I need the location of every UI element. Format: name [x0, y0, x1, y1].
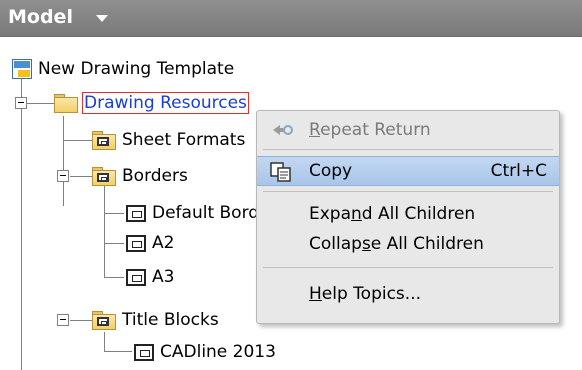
tree-item-label: A3 — [152, 267, 175, 287]
border-sheet-icon — [126, 268, 146, 286]
tree-item-borders[interactable]: Borders — [92, 164, 190, 188]
tree-item-label: Sheet Formats — [122, 130, 246, 150]
menu-item-label: Expand All Children — [309, 204, 476, 224]
tree-item-label: CADline 2013 — [160, 342, 276, 362]
tree-line — [64, 140, 92, 141]
tree-line — [70, 320, 92, 321]
tree-item-title-blocks[interactable]: Title Blocks — [92, 308, 221, 332]
menu-item-label: Collapse All Children — [309, 234, 484, 254]
tree-line — [104, 243, 124, 244]
chevron-down-icon[interactable] — [96, 15, 108, 22]
tree-item-new-drawing-template[interactable]: New Drawing Template — [12, 57, 236, 81]
tree-item-cadline-2013[interactable]: CADline 2013 — [134, 340, 278, 364]
tree-item-sheet-formats[interactable]: Sheet Formats — [92, 128, 247, 152]
menu-item-shortcut: Ctrl+C — [490, 161, 547, 181]
menu-item-label: Repeat Return — [309, 120, 431, 140]
title-block-icon — [134, 343, 154, 361]
drawing-template-icon — [12, 59, 32, 79]
sheet-folder-icon — [92, 311, 116, 330]
header-title[interactable]: Model — [8, 6, 73, 28]
folder-icon — [54, 94, 78, 113]
tree-line — [70, 176, 92, 177]
border-sheet-icon — [126, 234, 146, 252]
tree-line — [104, 351, 132, 352]
menu-item-help-topics[interactable]: Help Topics... — [257, 279, 559, 309]
context-menu: Repeat Return Copy Ctrl+C Expand All Chi… — [256, 110, 560, 324]
tree-item-label: Borders — [122, 166, 188, 186]
menu-item-expand-all-children[interactable]: Expand All Children — [257, 199, 559, 229]
menu-item-copy[interactable]: Copy Ctrl+C — [257, 156, 559, 186]
tree-item-drawing-resources[interactable]: Drawing Resources — [54, 91, 249, 115]
tree-line — [104, 332, 105, 352]
tree-item-label: New Drawing Template — [38, 59, 235, 79]
sheet-folder-icon — [92, 167, 116, 186]
tree-item-label: A2 — [152, 233, 175, 253]
browser-header[interactable]: Model — [0, 0, 582, 37]
tree-line — [104, 213, 124, 214]
collapse-toggle-drawing-resources[interactable] — [15, 97, 27, 109]
menu-separator — [263, 191, 553, 192]
menu-item-label: Help Topics... — [309, 284, 421, 304]
menu-item-collapse-all-children[interactable]: Collapse All Children — [257, 229, 559, 259]
collapse-toggle-borders[interactable] — [57, 170, 69, 182]
menu-separator — [263, 149, 553, 150]
copy-icon — [270, 162, 291, 182]
menu-item-repeat-return[interactable]: Repeat Return — [257, 115, 559, 145]
repeat-icon — [273, 125, 293, 135]
collapse-toggle-title-blocks[interactable] — [57, 314, 69, 326]
sheet-folder-icon — [92, 131, 116, 150]
tree-line — [63, 116, 64, 206]
tree-item-label: Drawing Resources — [82, 92, 249, 114]
tree-item-label: Title Blocks — [122, 310, 219, 330]
menu-separator — [263, 267, 553, 268]
tree-line — [104, 277, 124, 278]
border-sheet-icon — [126, 204, 146, 222]
tree-item-a3[interactable]: A3 — [126, 265, 176, 289]
menu-item-label: Copy — [309, 161, 353, 181]
tree-line — [104, 186, 105, 278]
tree-item-a2[interactable]: A2 — [126, 231, 176, 255]
tree-line — [21, 63, 22, 370]
